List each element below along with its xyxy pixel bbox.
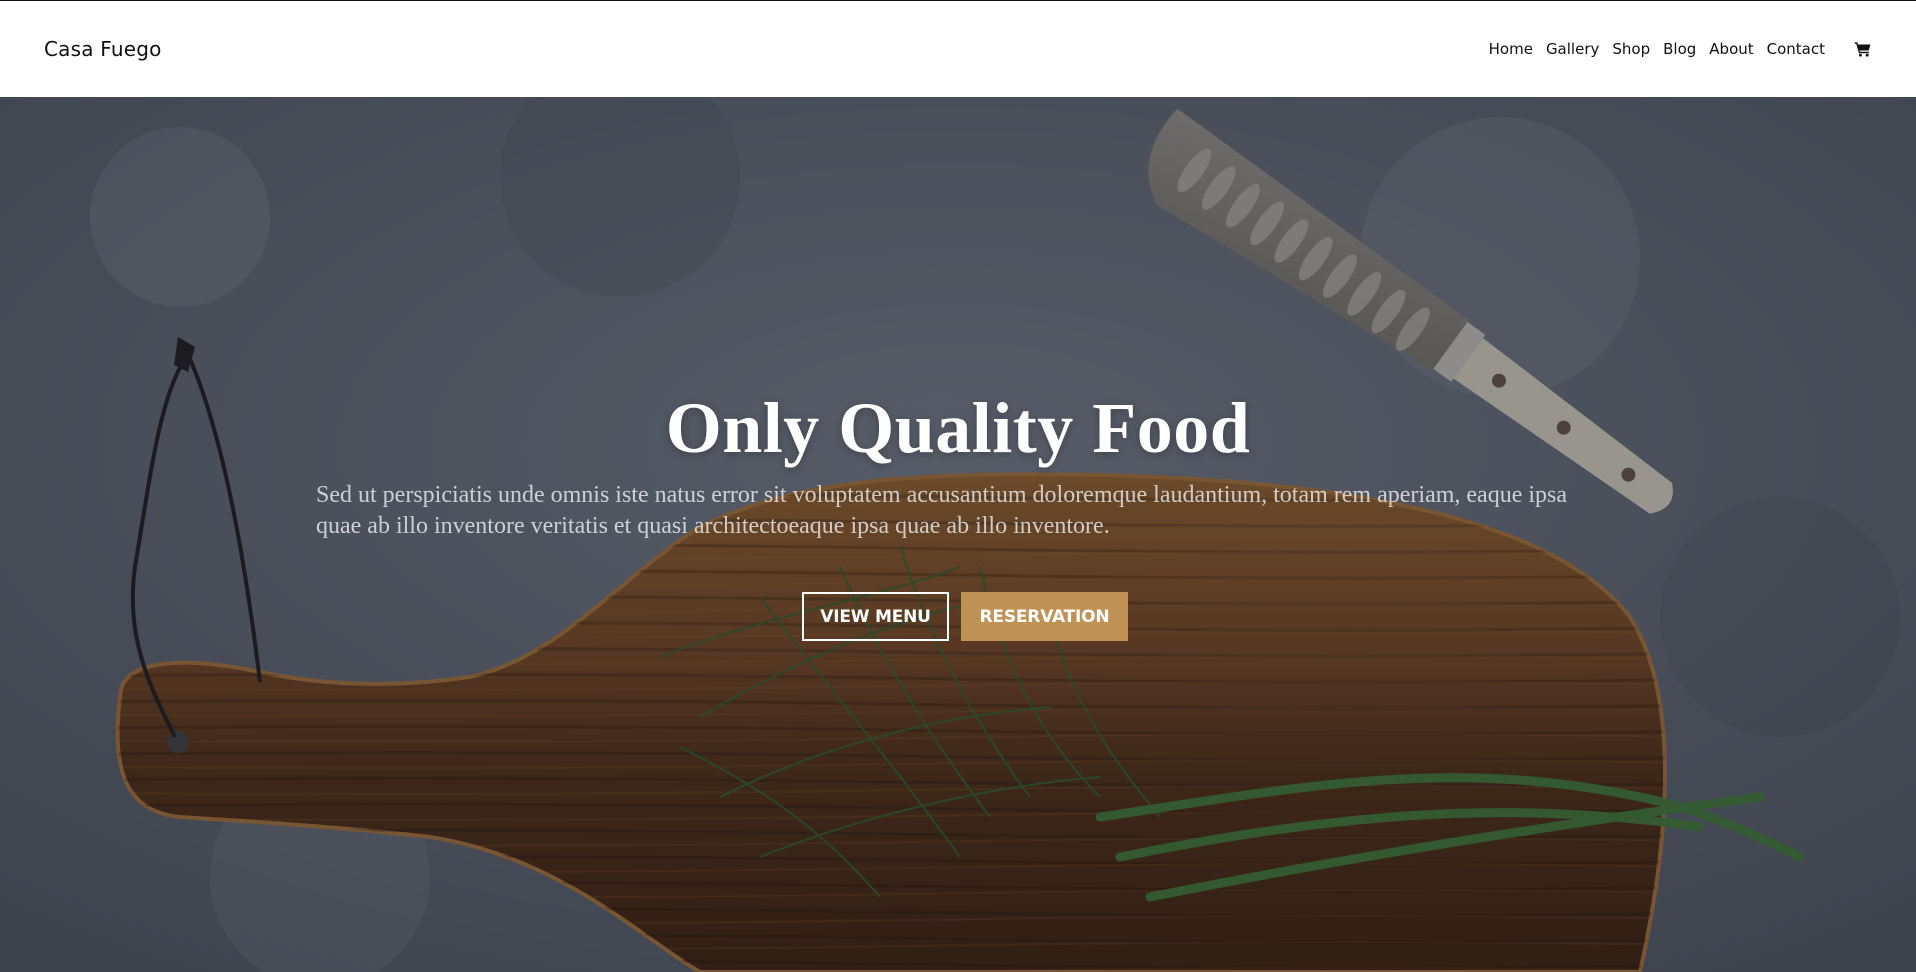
hero-title: Only Quality Food [665, 388, 1251, 468]
nav-item-shop: Shop [1612, 40, 1650, 59]
nav-link-blog[interactable]: Blog [1663, 40, 1696, 58]
nav-item-about: About [1709, 40, 1753, 59]
shopping-cart-icon[interactable] [1854, 40, 1872, 58]
hero-section: Only Quality Food Sed ut perspiciatis un… [0, 97, 1916, 972]
nav-link-contact[interactable]: Contact [1767, 40, 1825, 58]
nav-item-cart [1838, 40, 1872, 58]
navbar: Casa Fuego Home Gallery Shop Blog About … [0, 1, 1916, 97]
nav-item-blog: Blog [1663, 40, 1696, 59]
nav-item-gallery: Gallery [1546, 40, 1599, 59]
main-nav: Home Gallery Shop Blog About Contact [1476, 40, 1872, 59]
reservation-button[interactable]: RESERVATION [961, 592, 1128, 641]
nav-item-home: Home [1489, 40, 1533, 59]
view-menu-button[interactable]: VIEW MENU [802, 592, 949, 641]
nav-item-contact: Contact [1767, 40, 1825, 59]
nav-link-shop[interactable]: Shop [1612, 40, 1650, 58]
hero-description: Sed ut perspiciatis unde omnis iste natu… [316, 482, 1567, 539]
brand-logo[interactable]: Casa Fuego [44, 37, 162, 61]
nav-link-about[interactable]: About [1709, 40, 1753, 58]
nav-link-home[interactable]: Home [1489, 40, 1533, 58]
hero-buttons: VIEW MENU RESERVATION [0, 592, 1916, 641]
nav-link-gallery[interactable]: Gallery [1546, 40, 1599, 58]
hero-content: Only Quality Food Sed ut perspiciatis un… [0, 97, 1916, 972]
